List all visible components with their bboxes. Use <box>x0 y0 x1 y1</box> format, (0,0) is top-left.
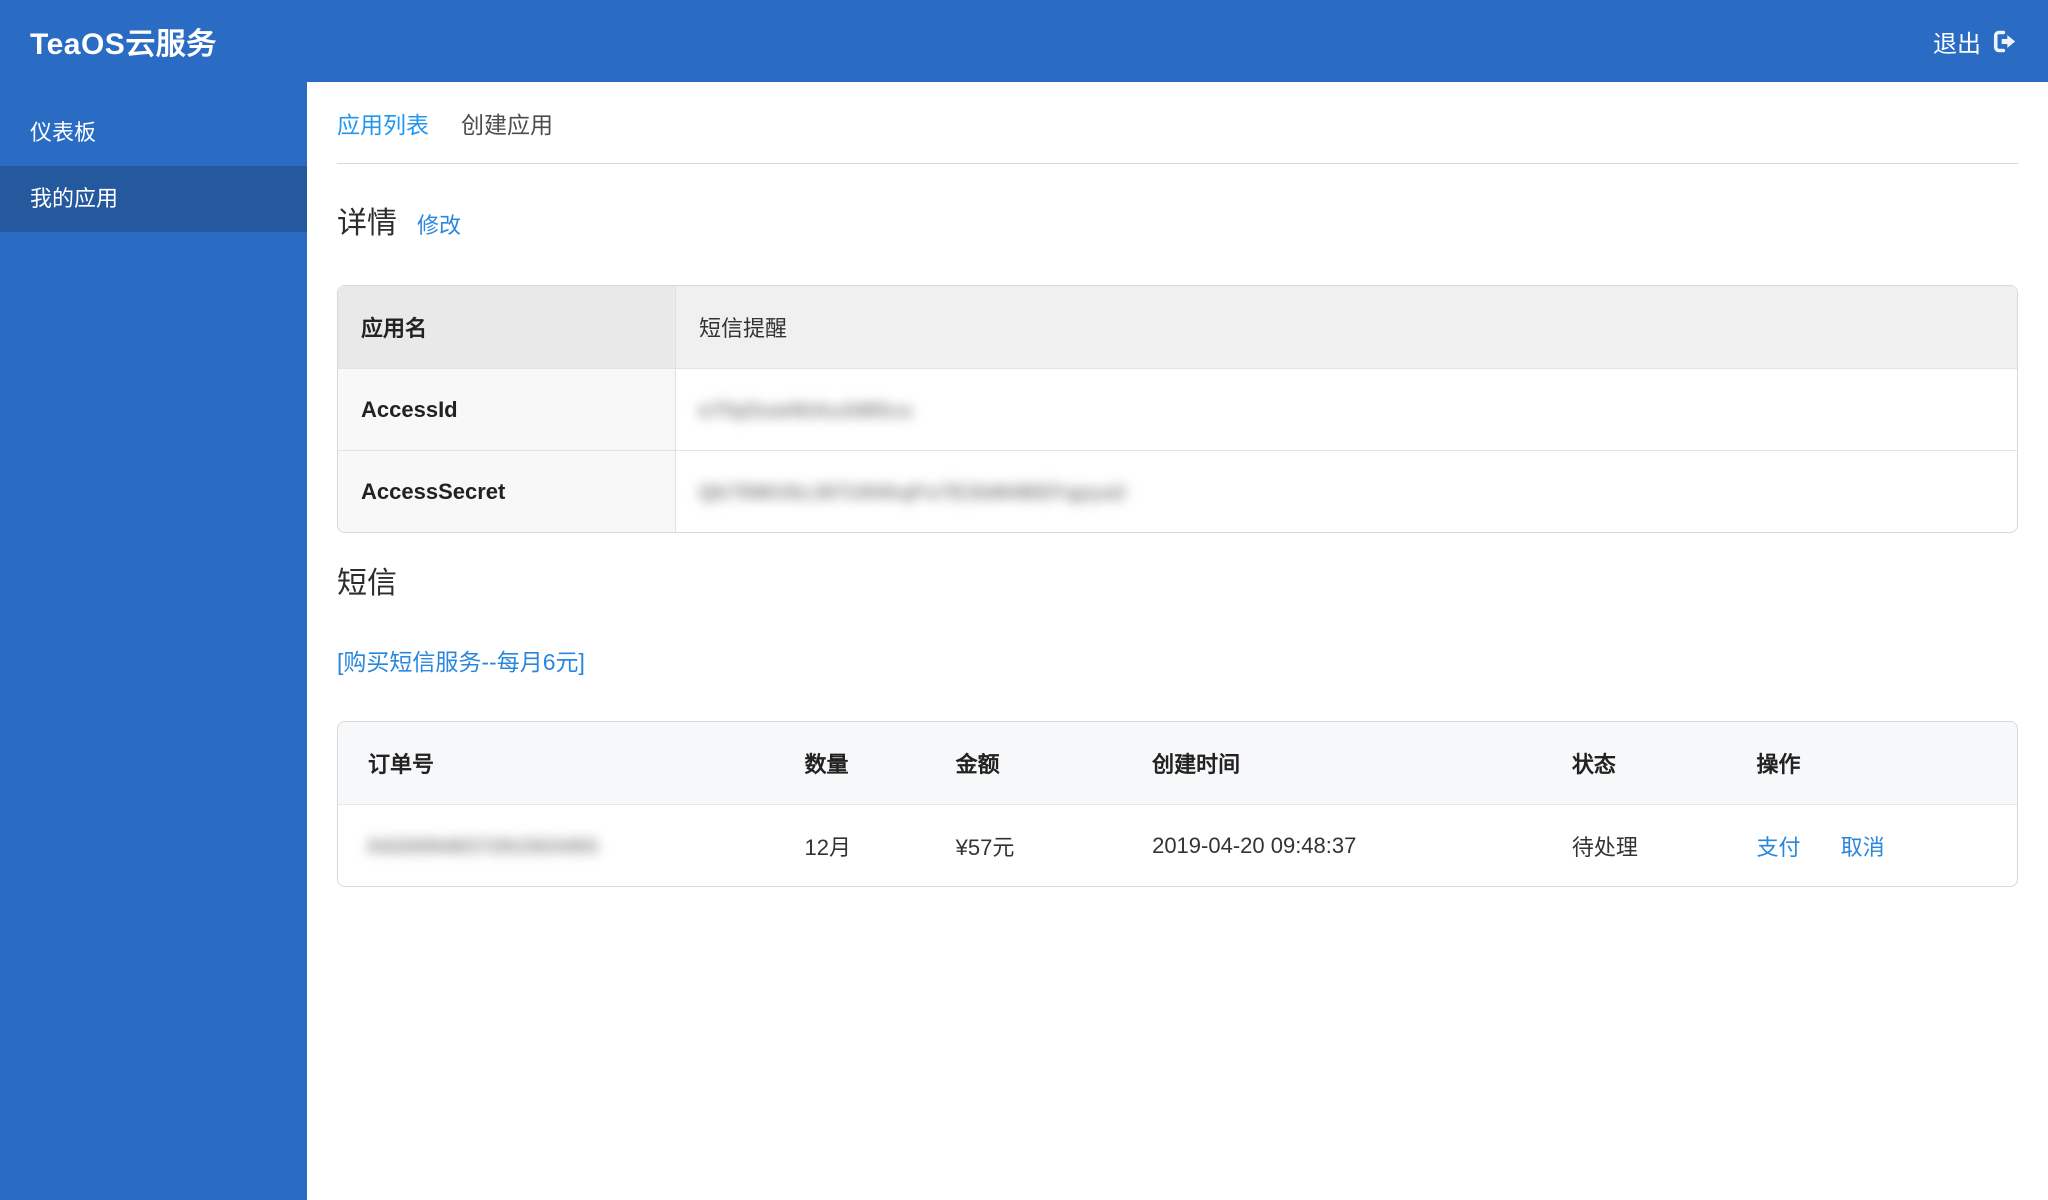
pay-link[interactable]: 支付 <box>1757 835 1801 860</box>
top-bar: TeaOS云服务 退出 <box>0 0 2048 82</box>
access-secret-masked-value: Qk79WU9zJ87U94hqFo7E2bM4BEFqpya2 <box>699 481 1127 504</box>
tab-app-list[interactable]: 应用列表 <box>337 106 429 140</box>
sidebar: 仪表板 我的应用 <box>0 82 307 1200</box>
details-section-heading: 详情 修改 <box>337 208 2018 240</box>
buy-sms-link[interactable]: [购买短信服务--每月6元] <box>337 643 585 677</box>
logout-label: 退出 <box>1933 30 1981 58</box>
orders-header-quantity: 数量 <box>774 722 926 804</box>
edit-link[interactable]: 修改 <box>417 208 461 240</box>
sidebar-item-dashboard[interactable]: 仪表板 <box>0 100 307 166</box>
orders-table: 订单号 数量 金额 创建时间 状态 操作 0420094837291503493… <box>337 721 2018 887</box>
orders-header-amount: 金额 <box>925 722 1123 804</box>
tab-create-app[interactable]: 创建应用 <box>461 106 553 140</box>
details-value-app-name: 短信提醒 <box>676 286 2017 368</box>
main-content: 应用列表 创建应用 详情 修改 应用名 短信提醒 AccessId e7fqOu… <box>307 82 2048 927</box>
brand-title: TeaOS云服务 <box>30 28 217 61</box>
order-no-masked-value: 0420094837291503493 <box>368 835 599 858</box>
details-row-app-name: 应用名 短信提醒 <box>338 286 2017 368</box>
logout-button[interactable]: 退出 <box>1933 24 2018 59</box>
tab-bar: 应用列表 创建应用 <box>337 82 2018 164</box>
details-row-access-secret: AccessSecret Qk79WU9zJ87U94hqFo7E2bM4BEF… <box>338 450 2017 532</box>
access-id-masked-value: e7fqOuwNtAuAM5cu <box>699 399 913 422</box>
details-heading: 详情 <box>337 207 397 240</box>
orders-header-row: 订单号 数量 金额 创建时间 状态 操作 <box>338 722 2017 804</box>
details-row-access-id: AccessId e7fqOuwNtAuAM5cu <box>338 368 2017 450</box>
cancel-link[interactable]: 取消 <box>1841 835 1885 860</box>
details-label-app-name: 应用名 <box>338 286 676 368</box>
details-table: 应用名 短信提醒 AccessId e7fqOuwNtAuAM5cu Acces… <box>337 285 2018 533</box>
sms-heading: 短信 <box>337 567 397 600</box>
orders-header-actions: 操作 <box>1726 722 2017 804</box>
order-created-at: 2019-04-20 09:48:37 <box>1122 804 1542 886</box>
order-status: 待处理 <box>1541 804 1727 886</box>
details-label-access-secret: AccessSecret <box>338 450 676 532</box>
orders-header-status: 状态 <box>1541 722 1727 804</box>
orders-header-created-at: 创建时间 <box>1122 722 1542 804</box>
order-amount: ¥57元 <box>925 804 1123 886</box>
sign-out-icon <box>1993 30 2016 52</box>
order-row: 0420094837291503493 12月 ¥57元 2019-04-20 … <box>338 804 2017 886</box>
details-label-access-id: AccessId <box>338 368 676 450</box>
sidebar-item-my-apps[interactable]: 我的应用 <box>0 166 307 232</box>
orders-header-order-no: 订单号 <box>338 722 775 804</box>
order-quantity: 12月 <box>774 804 926 886</box>
